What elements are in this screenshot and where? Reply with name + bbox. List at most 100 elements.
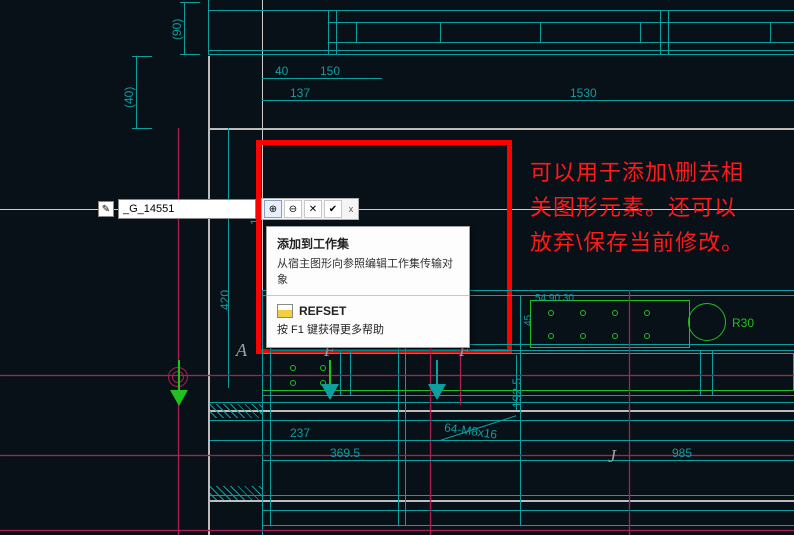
- bolt-hole: [644, 333, 650, 339]
- edge: [270, 350, 794, 351]
- dim-line: [210, 440, 794, 441]
- dim-1530: 1530: [570, 86, 597, 100]
- discard-changes-icon[interactable]: ✕: [304, 200, 322, 218]
- edge: [520, 295, 521, 525]
- edge: [700, 350, 701, 395]
- bolt-hole: [290, 380, 296, 386]
- edge: [350, 350, 351, 395]
- dim-150: 150: [320, 64, 340, 78]
- command-input-wrap[interactable]: [118, 199, 256, 219]
- dim-ext: [132, 56, 152, 57]
- beam-line: [328, 22, 794, 23]
- dim-ext: [132, 128, 152, 129]
- edit-toggle-icon[interactable]: ✎: [98, 201, 114, 217]
- beam-vert: [668, 10, 669, 54]
- edge: [210, 495, 794, 496]
- section-arrow: [321, 384, 339, 400]
- beam-vert: [356, 22, 357, 42]
- beam-vert: [440, 22, 441, 42]
- bolt-hole: [580, 333, 586, 339]
- beam-vert: [540, 22, 541, 42]
- section-arrow: [170, 390, 188, 406]
- dim-ext: [180, 2, 200, 3]
- dim-line: [184, 2, 185, 54]
- beam-vert: [208, 0, 209, 55]
- bolt-hole: [548, 310, 554, 316]
- remove-from-workset-icon[interactable]: ⊖: [284, 200, 302, 218]
- dim-line: [228, 128, 229, 388]
- dim-985: 985: [672, 446, 692, 460]
- dim-549030: 54 90 30: [535, 293, 574, 304]
- edge: [712, 350, 713, 395]
- tooltip-title: 添加到工作集: [267, 227, 469, 252]
- command-icon: [277, 304, 293, 318]
- bolt-hole: [548, 333, 554, 339]
- hatch: [210, 486, 262, 500]
- refedit-toolbar: ⊕ ⊖ ✕ ✔ x: [261, 198, 359, 220]
- centerline-h: [0, 530, 794, 531]
- bolt-hole: [320, 365, 326, 371]
- centerline-h: [0, 375, 794, 376]
- profile-line: [208, 128, 794, 130]
- edge: [210, 402, 794, 403]
- beam-vert: [336, 10, 337, 54]
- annotation-line: 关图形元素。还可以: [530, 190, 790, 225]
- dim-369: 369.5: [330, 446, 360, 460]
- section-arrow: [428, 384, 446, 400]
- hatch: [210, 404, 262, 418]
- annotation-line: 可以用于添加\删去相: [530, 155, 790, 190]
- centerline-v: [178, 128, 179, 535]
- cad-canvas[interactable]: (90) (40) 40 150 137 1530 420 18 可以用于添加\…: [0, 0, 794, 535]
- dim-420: 420: [218, 290, 232, 310]
- dim-137: 137: [290, 86, 310, 100]
- beam-line: [208, 50, 794, 51]
- centerline-v: [629, 290, 630, 535]
- edge: [262, 510, 794, 511]
- close-icon[interactable]: x: [346, 204, 356, 214]
- green-bracket: [530, 300, 690, 348]
- dim-line: [262, 460, 432, 461]
- dim-line: [136, 56, 137, 128]
- beam-line: [208, 10, 794, 11]
- dim-40a: (40): [122, 87, 136, 108]
- profile-line: [208, 56, 210, 535]
- beam-vert: [660, 10, 661, 54]
- edge: [262, 290, 263, 535]
- dim-192: 192.5: [510, 378, 524, 408]
- dim-45: 45: [523, 315, 534, 326]
- beam-line: [208, 54, 794, 55]
- circle-r30: [688, 303, 726, 341]
- tooltip-command: REFSET: [299, 304, 346, 318]
- bolt-hole: [290, 365, 296, 371]
- bolt-hole: [644, 310, 650, 316]
- beam-line: [328, 42, 794, 43]
- tooltip-help: 按 F1 键获得更多帮助: [267, 318, 469, 347]
- beam-vert: [328, 10, 329, 54]
- dim-ext: [180, 54, 200, 55]
- dim-line: [362, 100, 794, 101]
- save-changes-icon[interactable]: ✔: [324, 200, 342, 218]
- dim-90: (90): [170, 19, 184, 40]
- bolt-hole: [612, 333, 618, 339]
- beam-vert: [770, 22, 771, 42]
- tooltip-command-row: REFSET: [267, 296, 469, 318]
- dim-40b: 40: [275, 64, 288, 78]
- annotation-line: 放弃\保存当前修改。: [530, 225, 790, 260]
- dim-r30: R30: [732, 316, 754, 330]
- edge: [262, 395, 794, 396]
- add-to-workset-icon[interactable]: ⊕: [264, 200, 282, 218]
- profile-line: [210, 500, 794, 502]
- dim-237: 237: [290, 426, 310, 440]
- tooltip: 添加到工作集 从宿主图形向参照编辑工作集传输对象 REFSET 按 F1 键获得…: [266, 226, 470, 348]
- command-input[interactable]: [119, 203, 255, 215]
- edge: [340, 350, 341, 395]
- dim-line: [262, 78, 382, 79]
- bolt-hole: [612, 310, 618, 316]
- bolt-hole: [580, 310, 586, 316]
- section-letter-J: J: [608, 446, 616, 467]
- green-panel: [262, 353, 794, 391]
- edge: [262, 525, 794, 526]
- annotation-text: 可以用于添加\删去相 关图形元素。还可以 放弃\保存当前修改。: [530, 155, 790, 261]
- tooltip-subtitle: 从宿主图形向参照编辑工作集传输对象: [267, 252, 469, 295]
- beam-vert: [640, 22, 641, 42]
